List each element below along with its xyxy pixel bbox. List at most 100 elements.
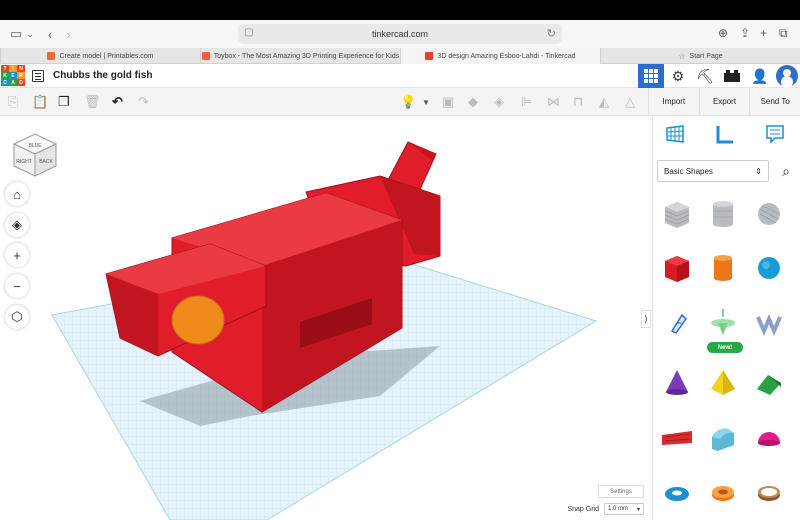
- torus-shape[interactable]: [659, 474, 695, 510]
- box-shape[interactable]: [659, 250, 695, 286]
- sphere-shape[interactable]: [751, 250, 787, 286]
- pyramid-shape[interactable]: [705, 364, 741, 400]
- scribble-icon: [670, 313, 687, 334]
- shape-category-select[interactable]: Basic Shapes ⇕: [657, 160, 769, 182]
- share-icon[interactable]: ⇪: [740, 26, 750, 40]
- minus-icon: −: [13, 278, 21, 294]
- tab-label: 3D design Amazing Esboo-Lahdi - Tinkerca…: [437, 52, 576, 60]
- blocks-view-button[interactable]: ⚙: [665, 64, 691, 88]
- cylinder-hole-shape[interactable]: [705, 196, 741, 232]
- browser-tab-printables[interactable]: Create model | Printables.com: [0, 48, 200, 64]
- logo-letter: D: [17, 79, 25, 86]
- fit-view-button[interactable]: ◈: [5, 213, 29, 237]
- copy-icon[interactable]: ⎘: [8, 94, 18, 110]
- pickaxe-icon: ⛏: [696, 67, 714, 84]
- star-icon: ☆: [678, 52, 686, 61]
- avatar[interactable]: [776, 65, 798, 87]
- home-view-button[interactable]: ⌂: [5, 182, 29, 206]
- half-sphere-icon: [758, 432, 780, 446]
- spinner-icon: [711, 309, 735, 335]
- shape-search-button[interactable]: ⌕: [775, 160, 797, 182]
- text-3d-shape[interactable]: [751, 304, 787, 340]
- light-bulb-icon[interactable]: 💡: [400, 94, 416, 110]
- workplane-canvas[interactable]: BLUE RIGHT BACK ⌂ ◈ + − ⬡ Settings Snap …: [0, 116, 648, 520]
- zoom-out-button[interactable]: −: [5, 274, 29, 298]
- notes-tool-button[interactable]: [763, 120, 787, 148]
- undo-icon[interactable]: ↶: [112, 94, 123, 110]
- snap-grid-select[interactable]: 1.0 mm ▾: [604, 503, 644, 515]
- reload-icon[interactable]: ↻: [547, 27, 556, 40]
- group-icon[interactable]: ◆: [468, 94, 478, 110]
- design-title[interactable]: Chubbs the gold fish: [53, 70, 152, 81]
- cruise-icon[interactable]: ⊓: [573, 94, 583, 110]
- design-menu-icon[interactable]: [32, 70, 44, 82]
- box-hole-shape[interactable]: [659, 196, 695, 232]
- download-icon[interactable]: ⊕: [718, 26, 728, 40]
- bricks-view-button[interactable]: ⛏: [692, 64, 718, 88]
- zoom-in-button[interactable]: +: [5, 243, 29, 267]
- sphere-hole-shape[interactable]: [751, 196, 787, 232]
- browser-tab-bar: Create model | Printables.com Toybox - T…: [0, 48, 800, 64]
- text-shape[interactable]: [659, 420, 695, 456]
- address-bar[interactable]: ▢ tinkercad.com ↻: [238, 24, 562, 44]
- export-button[interactable]: Export: [698, 88, 750, 115]
- view-cube[interactable]: BLUE RIGHT BACK: [10, 130, 60, 180]
- system-top-bar: [0, 0, 800, 20]
- ruler-icon[interactable]: △: [625, 94, 635, 110]
- settings-button[interactable]: Settings: [598, 485, 644, 498]
- chevron-down-icon[interactable]: ▼: [422, 98, 430, 107]
- spinner-shape[interactable]: [705, 304, 741, 340]
- ring-shape[interactable]: [751, 474, 787, 510]
- back-icon[interactable]: ‹: [48, 27, 52, 42]
- logo-letter: R: [17, 72, 25, 79]
- grid-view-button[interactable]: [638, 64, 664, 88]
- workplane-tool-button[interactable]: [663, 120, 687, 148]
- add-user-button[interactable]: 👤: [747, 64, 773, 88]
- tube-shape[interactable]: [705, 474, 741, 510]
- snap-grid-value: 1.0 mm: [608, 506, 629, 512]
- duplicate-icon[interactable]: ❐: [58, 94, 70, 110]
- half-cylinder-shape[interactable]: [705, 420, 741, 456]
- orange-eye[interactable]: [171, 295, 225, 345]
- redo-icon[interactable]: ↷: [138, 94, 149, 110]
- workplane-icon[interactable]: ◭: [599, 94, 609, 110]
- tab-overview-icon[interactable]: ⧉: [779, 26, 788, 41]
- tab-label: Start Page: [689, 52, 723, 60]
- brick-icon: [724, 70, 740, 82]
- brick-button[interactable]: [719, 64, 745, 88]
- scribble-shape[interactable]: [659, 304, 695, 340]
- half-sphere-shape[interactable]: [751, 420, 787, 456]
- ungroup-icon[interactable]: ◈: [494, 94, 504, 110]
- browser-tab-toybox[interactable]: Toybox - The Most Amazing 3D Printing Ex…: [200, 48, 400, 64]
- browser-tab-start-page[interactable]: ☆ Start Page: [600, 48, 800, 64]
- import-button[interactable]: Import: [648, 88, 699, 115]
- cylinder-shape[interactable]: [705, 250, 741, 286]
- chevron-down-icon[interactable]: ⌄: [26, 29, 34, 40]
- sidebar-toggle-icon[interactable]: ▭: [10, 26, 22, 42]
- shape-icon[interactable]: ▣: [442, 94, 454, 110]
- tinkercad-favicon-icon: [425, 52, 434, 60]
- printables-favicon-icon: [47, 52, 56, 60]
- tab-label: Create model | Printables.com: [59, 52, 154, 60]
- cone-icon: [666, 370, 688, 395]
- note-icon: [766, 125, 784, 144]
- delete-icon[interactable]: 🗑: [84, 94, 101, 110]
- cone-shape[interactable]: [659, 364, 695, 400]
- send-to-button[interactable]: Send To: [749, 88, 800, 115]
- tinkercad-logo[interactable]: T I N K E R C A D: [1, 65, 25, 87]
- view-cube-right-label: BACK: [39, 159, 53, 165]
- roof-shape[interactable]: [751, 364, 787, 400]
- new-badge: New!: [707, 342, 743, 353]
- mirror-icon[interactable]: ⋈: [547, 94, 560, 110]
- cube-icon: ⬡: [11, 309, 23, 324]
- browser-tab-tinkercad[interactable]: 3D design Amazing Esboo-Lahdi - Tinkerca…: [400, 48, 600, 64]
- panel-collapse-button[interactable]: ⟩: [641, 310, 651, 328]
- chevron-down-icon: ▾: [636, 506, 640, 513]
- ruler-tool-button[interactable]: [713, 120, 737, 148]
- new-tab-icon[interactable]: +: [760, 26, 767, 40]
- ring-icon: [758, 486, 780, 501]
- paste-icon[interactable]: 📋: [32, 94, 48, 110]
- forward-icon[interactable]: ›: [66, 27, 70, 42]
- align-icon[interactable]: ⊫: [521, 94, 532, 110]
- perspective-button[interactable]: ⬡: [5, 305, 29, 329]
